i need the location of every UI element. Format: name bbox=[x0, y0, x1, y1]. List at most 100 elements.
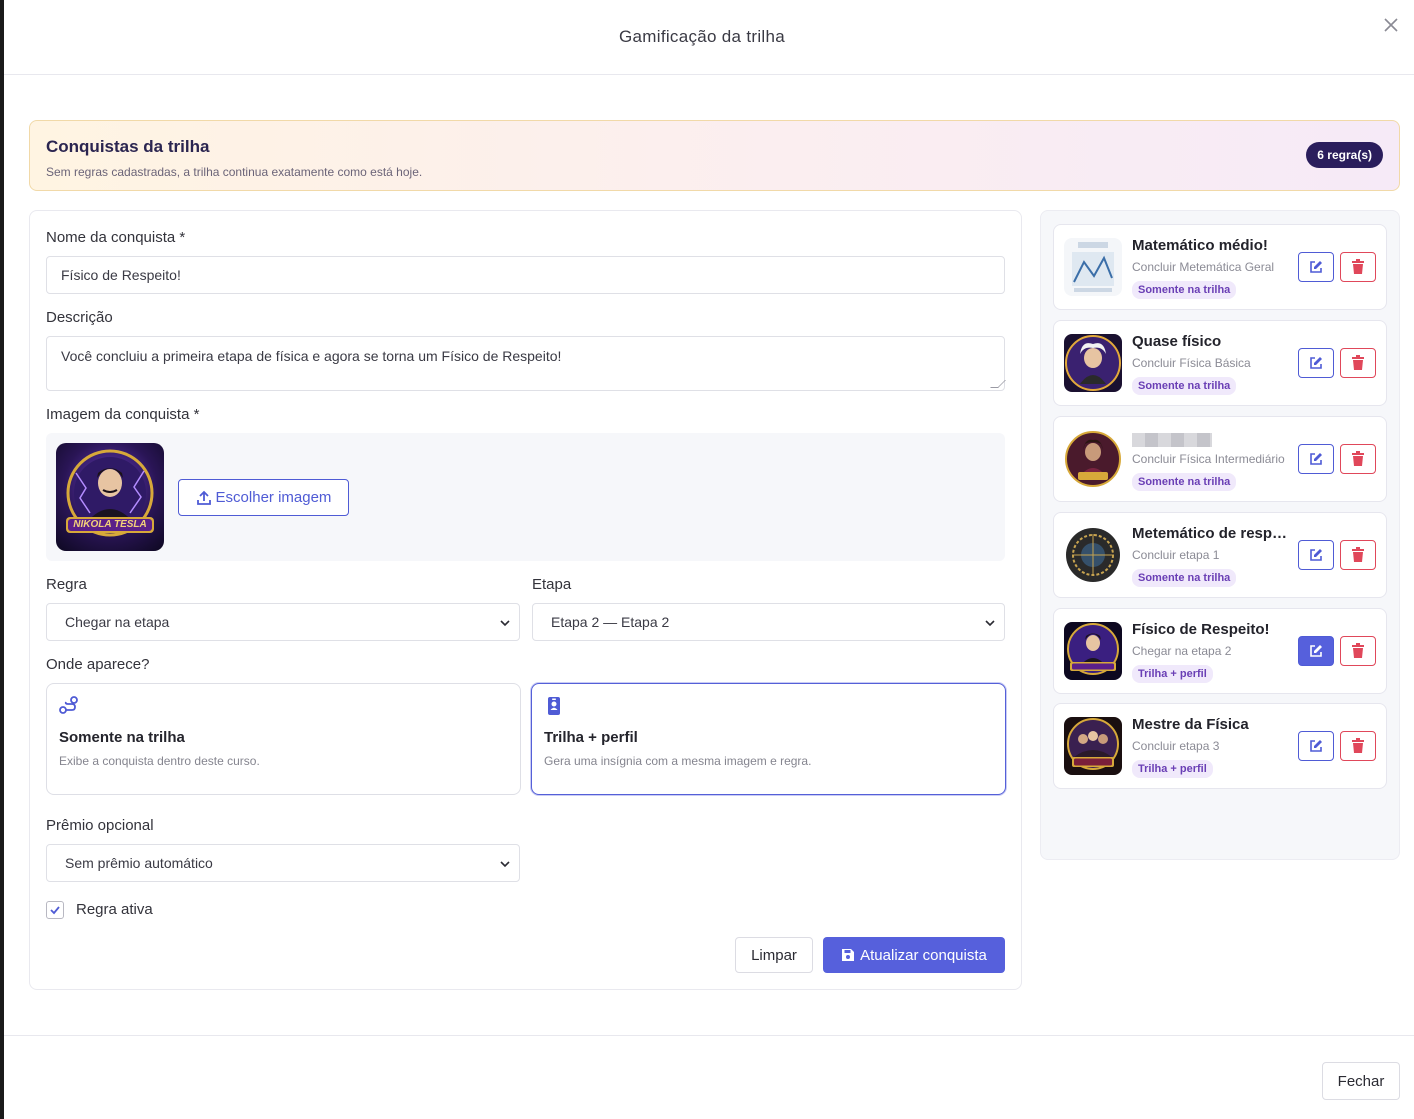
option-track-only-title: Somente na trilha bbox=[59, 729, 185, 746]
rule-card-selected: Físico de Respeito! Chegar na etapa 2 Tr… bbox=[1053, 608, 1387, 694]
close-icon[interactable] bbox=[1382, 16, 1400, 34]
rule-description: Concluir Física Intermediário bbox=[1132, 452, 1285, 466]
active-label[interactable]: Regra ativa bbox=[76, 901, 153, 918]
prize-label: Prêmio opcional bbox=[46, 817, 154, 834]
stage-select[interactable]: Etapa 2 — Etapa 2 bbox=[532, 603, 1005, 641]
update-button[interactable]: Atualizar conquista bbox=[823, 937, 1005, 973]
option-track-profile-desc: Gera uma insígnia com a mesma imagem e r… bbox=[544, 754, 812, 768]
rule-thumbnail bbox=[1064, 238, 1122, 296]
banner-subtitle: Sem regras cadastradas, a trilha continu… bbox=[46, 165, 423, 179]
edit-icon bbox=[1310, 357, 1322, 369]
rule-label: Regra bbox=[46, 576, 87, 593]
edit-rule-button[interactable] bbox=[1298, 252, 1334, 282]
option-track-profile-title: Trilha + perfil bbox=[544, 729, 638, 746]
delete-rule-button[interactable] bbox=[1340, 636, 1376, 666]
rule-card: Metemático de respeito Concluir etapa 1 … bbox=[1053, 512, 1387, 598]
clear-button[interactable]: Limpar bbox=[735, 937, 813, 973]
modal-title: Gamificação da trilha bbox=[619, 27, 785, 46]
description-label: Descrição bbox=[46, 309, 113, 326]
rule-scope-tag: Somente na trilha bbox=[1132, 281, 1237, 299]
achievement-image-caption: NIKOLA TESLA bbox=[73, 519, 147, 530]
save-icon bbox=[842, 949, 855, 961]
image-label: Imagem da conquista * bbox=[46, 406, 200, 423]
rule-thumbnail bbox=[1064, 526, 1122, 584]
delete-rule-button[interactable] bbox=[1340, 731, 1376, 761]
edit-rule-button[interactable] bbox=[1298, 444, 1334, 474]
edit-rule-button[interactable] bbox=[1298, 636, 1334, 666]
rule-thumbnail bbox=[1064, 717, 1122, 775]
delete-rule-button[interactable] bbox=[1340, 540, 1376, 570]
edit-icon bbox=[1310, 740, 1322, 752]
check-icon bbox=[50, 906, 60, 915]
edit-icon bbox=[1310, 453, 1322, 465]
rule-name: Físico de Respeito! bbox=[1132, 621, 1270, 638]
choose-image-label: Escolher imagem bbox=[215, 489, 332, 506]
rule-card: Matemático médio! Concluir Metemática Ge… bbox=[1053, 224, 1387, 310]
chevron-down-icon bbox=[500, 620, 510, 627]
edit-rule-button[interactable] bbox=[1298, 540, 1334, 570]
rule-scope-tag: Trilha + perfil bbox=[1132, 665, 1213, 683]
name-input[interactable]: Físico de Respeito! bbox=[46, 256, 1005, 294]
rule-thumbnail bbox=[1064, 430, 1122, 488]
stage-label: Etapa bbox=[532, 576, 572, 593]
rule-name: Quase físico bbox=[1132, 333, 1222, 350]
modal-header: Gamificação da trilha bbox=[4, 0, 1414, 75]
edit-rule-button[interactable] bbox=[1298, 731, 1334, 761]
rule-thumbnail bbox=[1064, 622, 1122, 680]
rules-list-panel: Matemático médio! Concluir Metemática Ge… bbox=[1040, 210, 1400, 860]
rule-description: Concluir Física Básica bbox=[1132, 356, 1251, 370]
rule-select[interactable]: Chegar na etapa bbox=[46, 603, 520, 641]
option-track-only-desc: Exibe a conquista dentro deste curso. bbox=[59, 754, 260, 768]
chevron-down-icon bbox=[985, 620, 995, 627]
edit-icon bbox=[1310, 645, 1322, 657]
active-checkbox[interactable] bbox=[46, 901, 64, 919]
trash-icon bbox=[1352, 738, 1364, 753]
rule-description: Concluir etapa 3 bbox=[1132, 739, 1220, 753]
close-button[interactable]: Fechar bbox=[1322, 1062, 1400, 1100]
rule-scope-tag: Trilha + perfil bbox=[1132, 760, 1213, 778]
rule-description: Concluir etapa 1 bbox=[1132, 548, 1220, 562]
delete-rule-button[interactable] bbox=[1340, 444, 1376, 474]
edit-icon bbox=[1310, 261, 1322, 273]
option-track-only[interactable]: Somente na trilha Exibe a conquista dent… bbox=[46, 683, 521, 795]
delete-rule-button[interactable] bbox=[1340, 348, 1376, 378]
rule-name: Mestre da Física bbox=[1132, 716, 1249, 733]
prize-select-value: Sem prêmio automático bbox=[65, 855, 213, 871]
modal-footer: Fechar bbox=[4, 1035, 1414, 1119]
trash-icon bbox=[1352, 355, 1364, 370]
image-upload-area: NIKOLA TESLA Escolher imagem bbox=[46, 433, 1005, 561]
delete-rule-button[interactable] bbox=[1340, 252, 1376, 282]
option-track-profile[interactable]: Trilha + perfil Gera uma insígnia com a … bbox=[531, 683, 1006, 795]
rule-scope-tag: Somente na trilha bbox=[1132, 377, 1237, 395]
chevron-down-icon bbox=[500, 861, 510, 868]
name-label: Nome da conquista * bbox=[46, 229, 186, 246]
rule-name: Metemático de respeito bbox=[1132, 525, 1292, 542]
achievement-form: Nome da conquista * Físico de Respeito! … bbox=[29, 210, 1022, 990]
banner-title: Conquistas da trilha bbox=[46, 137, 210, 156]
description-textarea[interactable]: Você concluiu a primeira etapa de física… bbox=[46, 336, 1006, 391]
trash-icon bbox=[1352, 643, 1364, 658]
rule-name: Matemático médio! bbox=[1132, 237, 1268, 254]
trash-icon bbox=[1352, 451, 1364, 466]
achievements-banner: Conquistas da trilha Sem regras cadastra… bbox=[29, 120, 1400, 191]
rule-card: Concluir Física Intermediário Somente na… bbox=[1053, 416, 1387, 502]
rule-card: Quase físico Concluir Física Básica Some… bbox=[1053, 320, 1387, 406]
rule-thumbnail bbox=[1064, 334, 1122, 392]
choose-image-button[interactable]: Escolher imagem bbox=[178, 479, 349, 516]
achievement-image: NIKOLA TESLA bbox=[56, 443, 164, 551]
rule-name-redacted bbox=[1132, 433, 1212, 447]
prize-select[interactable]: Sem prêmio automático bbox=[46, 844, 520, 882]
resize-handle[interactable] bbox=[990, 380, 1006, 388]
rule-scope-tag: Somente na trilha bbox=[1132, 569, 1237, 587]
edit-icon bbox=[1310, 549, 1322, 561]
description-text: Você concluiu a primeira etapa de física… bbox=[61, 348, 562, 364]
trash-icon bbox=[1352, 547, 1364, 562]
rule-select-value: Chegar na etapa bbox=[65, 614, 170, 630]
gamification-modal: Gamificação da trilha Conquistas da tril… bbox=[4, 0, 1414, 1119]
rule-scope-tag: Somente na trilha bbox=[1132, 473, 1237, 491]
edit-rule-button[interactable] bbox=[1298, 348, 1334, 378]
stage-select-value: Etapa 2 — Etapa 2 bbox=[551, 614, 670, 630]
rules-count-badge: 6 regra(s) bbox=[1306, 142, 1383, 168]
upload-icon bbox=[196, 490, 211, 505]
update-button-label: Atualizar conquista bbox=[860, 946, 987, 964]
